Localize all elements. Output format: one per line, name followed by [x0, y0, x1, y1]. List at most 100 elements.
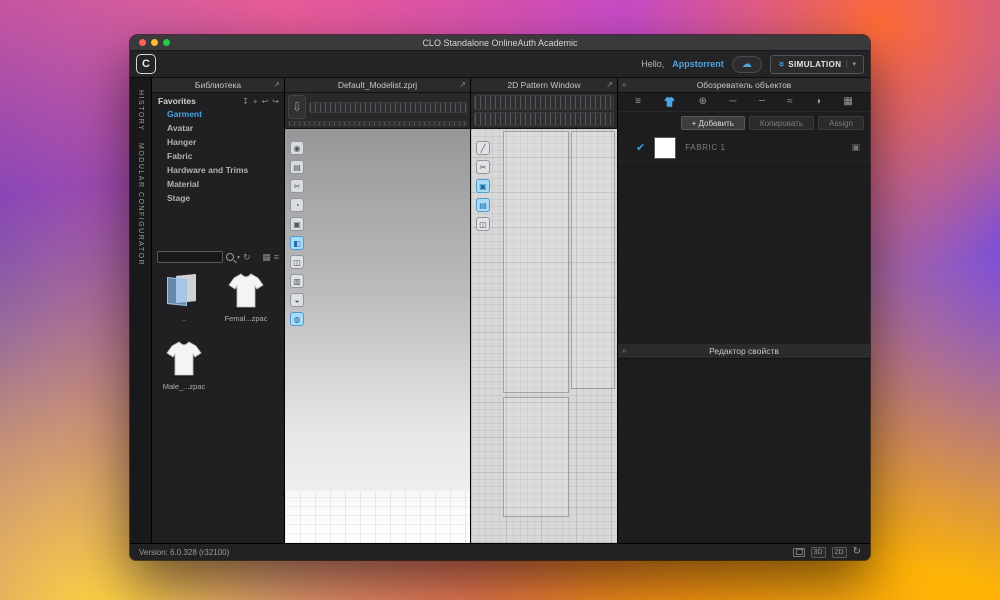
- search-icon[interactable]: [226, 253, 234, 261]
- back-icon[interactable]: ↩: [262, 97, 269, 106]
- list-view-icon[interactable]: ≡: [274, 252, 279, 263]
- library-header: Библиотека ↗: [152, 78, 284, 93]
- clo-logo-icon[interactable]: C: [136, 54, 156, 74]
- fabric-swatch[interactable]: [654, 137, 676, 159]
- pattern-piece[interactable]: [571, 131, 615, 389]
- fabric-tab-icon[interactable]: ◑: [815, 97, 821, 107]
- collapse-chevron-icon[interactable]: »: [622, 80, 626, 89]
- cloud-icon: ☁: [742, 59, 752, 70]
- window-title: CLO Standalone OnlineAuth Academic: [130, 38, 870, 48]
- scissors-tool-icon[interactable]: ✂: [290, 179, 304, 193]
- version-text: Version: 6.0.328 (r32100): [139, 548, 229, 557]
- garment-tool-icon[interactable]: ▤: [290, 160, 304, 174]
- collapse-chevron-icon[interactable]: »: [622, 346, 626, 355]
- toolbar-tick-buttons-row1[interactable]: [309, 102, 467, 113]
- pin-tool-icon[interactable]: ◔: [290, 198, 304, 212]
- object-browser-header[interactable]: » Обозреватель объектов: [618, 78, 870, 93]
- list-item-male-garment[interactable]: Male_...zpac: [158, 339, 210, 391]
- library-title: Библиотека: [195, 80, 241, 90]
- view-2d-button[interactable]: 2D: [832, 547, 847, 558]
- tshirt-thumbnail-icon: [162, 339, 206, 379]
- pattern-2d-canvas[interactable]: ╱ ✂ ▣ ▤ ◫: [471, 129, 617, 543]
- assign-button[interactable]: Assign: [818, 116, 864, 130]
- toolbar-tick-buttons-row1[interactable]: [474, 95, 614, 110]
- viewport-3d-toolbar: ⇩: [285, 93, 470, 129]
- library-popout-icon[interactable]: ↗: [273, 80, 280, 89]
- thumb-label: Male_...zpac: [158, 382, 210, 391]
- add-icon[interactable]: +: [253, 97, 258, 106]
- forward-icon[interactable]: ↪: [272, 97, 279, 106]
- polygon-tool-icon[interactable]: ▣: [476, 179, 490, 193]
- username-link[interactable]: Appstorrent: [672, 59, 724, 69]
- library-search-row: ▾ ↻ ▦ ≡: [152, 251, 284, 263]
- render-tool-icon[interactable]: ◍: [290, 312, 304, 326]
- garment-tab-icon[interactable]: [663, 96, 676, 108]
- layer-tool-icon[interactable]: ◫: [290, 255, 304, 269]
- sidebar-item-stage[interactable]: Stage: [152, 191, 284, 205]
- search-filter-caret-icon[interactable]: ▾: [237, 254, 240, 261]
- texture-tool-icon[interactable]: ◧: [290, 236, 304, 250]
- viewport-3d-popout-icon[interactable]: ↗: [459, 80, 466, 89]
- measure-tool-icon[interactable]: ▥: [290, 274, 304, 288]
- simulation-button[interactable]: » SIMULATION ▾: [770, 55, 864, 74]
- list-item-parent-folder[interactable]: ..: [158, 271, 210, 323]
- sidebar-item-hardware-and-trims[interactable]: Hardware and Trims: [152, 163, 284, 177]
- tab-modular-configurator[interactable]: MODULAR CONFIGURATOR: [137, 143, 144, 266]
- pattern-piece[interactable]: [503, 131, 569, 393]
- tab-history[interactable]: HISTORY: [137, 90, 144, 131]
- view-3d-button[interactable]: 3D: [811, 547, 826, 558]
- drop-tool-icon[interactable]: ⇩: [288, 95, 306, 119]
- simulation-caret-icon[interactable]: ▾: [846, 60, 856, 68]
- pattern-piece[interactable]: [503, 397, 569, 517]
- add-button[interactable]: + Добавить: [681, 116, 745, 130]
- grid-view-icon[interactable]: ▦: [262, 252, 271, 263]
- pattern-2d-title: 2D Pattern Window: [507, 80, 580, 90]
- layout-windows-icon[interactable]: [793, 548, 805, 557]
- object-browser-title: Обозреватель объектов: [697, 80, 792, 90]
- favorites-label: Favorites: [158, 96, 196, 106]
- pattern-2d-popout-icon[interactable]: ↗: [606, 80, 613, 89]
- toolbar-tick-buttons-row2[interactable]: [474, 112, 614, 127]
- sidebar-item-material[interactable]: Material: [152, 177, 284, 191]
- object-browser-actions: + Добавить Копировать Assign: [618, 112, 870, 134]
- copy-button[interactable]: Копировать: [749, 116, 814, 130]
- sidebar-item-hanger[interactable]: Hanger: [152, 135, 284, 149]
- library-root-row[interactable]: Favorites ↧ + ↩ ↪: [152, 93, 284, 107]
- sync-refresh-icon[interactable]: ↻: [853, 547, 861, 557]
- cloud-sync-button[interactable]: ☁: [732, 56, 762, 73]
- sidebar-item-fabric[interactable]: Fabric: [152, 149, 284, 163]
- scene-list-icon[interactable]: ≡: [635, 97, 641, 107]
- greeting-text: Hello,: [641, 59, 664, 69]
- fold-tool-icon[interactable]: ◒: [290, 293, 304, 307]
- titlebar[interactable]: CLO Standalone OnlineAuth Academic: [130, 35, 870, 51]
- top-toolbar: C Hello, Appstorrent ☁ » SIMULATION ▾: [130, 51, 870, 78]
- sidebar-item-avatar[interactable]: Avatar: [152, 121, 284, 135]
- line-tab-icon[interactable]: ─: [729, 97, 736, 107]
- folder-up-icon: [162, 271, 206, 311]
- sewing-2d-tool-icon[interactable]: ▤: [476, 198, 490, 212]
- toolbar-tick-buttons-row2[interactable]: [288, 121, 467, 126]
- baseline-tab-icon[interactable]: ╌: [759, 97, 765, 107]
- sidebar-item-garment[interactable]: Garment: [152, 107, 284, 121]
- simulation-label: SIMULATION: [788, 60, 841, 69]
- list-item-female-garment[interactable]: Femal...zpac: [220, 271, 272, 323]
- left-rail: HISTORY MODULAR CONFIGURATOR: [130, 78, 152, 543]
- avatar-tab-icon[interactable]: ⊕: [699, 97, 707, 107]
- stitch-tab-icon[interactable]: ≈: [787, 97, 793, 107]
- viewport-3d-canvas[interactable]: ◉ ▤ ✂ ◔ ▣ ◧ ◫ ▥ ◒ ◍: [285, 129, 470, 543]
- thumb-label: Femal...zpac: [220, 314, 272, 323]
- button-tab-icon[interactable]: ▦: [843, 97, 852, 107]
- search-input[interactable]: [157, 251, 223, 263]
- import-icon[interactable]: ↧: [242, 97, 249, 106]
- fabric-list-item[interactable]: ✔ FABRIC 1 ▣: [618, 134, 870, 162]
- transform-tool-icon[interactable]: ╱: [476, 141, 490, 155]
- avatar-tool-icon[interactable]: ◉: [290, 141, 304, 155]
- delete-fabric-icon[interactable]: ▣: [851, 142, 860, 153]
- refresh-icon[interactable]: ↻: [243, 252, 251, 263]
- edit-pattern-tool-icon[interactable]: ✂: [476, 160, 490, 174]
- notch-tool-icon[interactable]: ◫: [476, 217, 490, 231]
- property-editor-header[interactable]: » Редактор свойств: [618, 344, 870, 359]
- status-bar: Version: 6.0.328 (r32100) 3D 2D ↻: [130, 543, 870, 560]
- sewing-tool-icon[interactable]: ▣: [290, 217, 304, 231]
- check-icon[interactable]: ✔: [636, 141, 645, 154]
